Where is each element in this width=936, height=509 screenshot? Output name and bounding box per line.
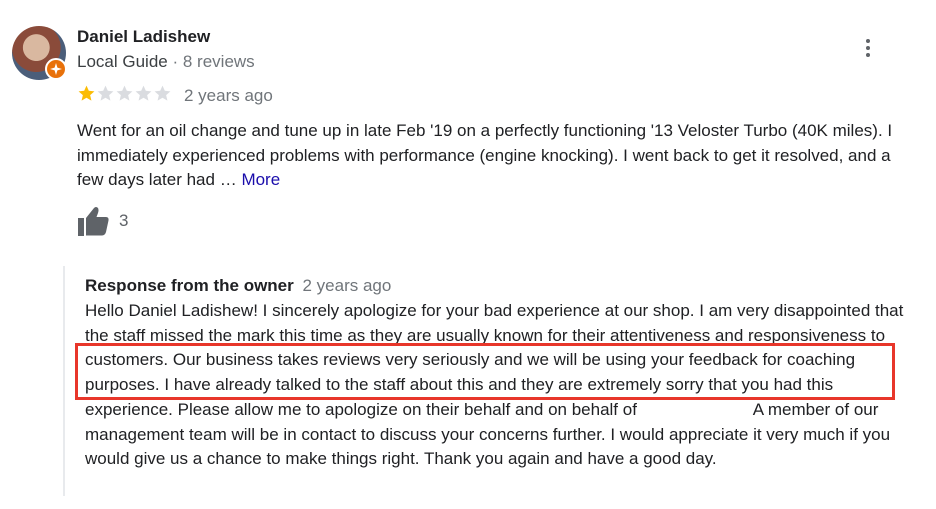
thumb-up-icon bbox=[78, 207, 109, 236]
star-empty-icon bbox=[116, 85, 133, 101]
star-empty-icon bbox=[135, 85, 152, 101]
owner-response-label: Response from the owner bbox=[85, 276, 294, 295]
meta-separator: · bbox=[172, 52, 179, 71]
review-text: Went for an oil change and tune up in la… bbox=[77, 119, 917, 193]
reviewer-name[interactable]: Daniel Ladishew bbox=[77, 27, 210, 47]
star-filled-icon bbox=[78, 85, 95, 101]
owner-response-date: 2 years ago bbox=[302, 276, 392, 295]
review-date: 2 years ago bbox=[184, 86, 273, 105]
more-link[interactable]: More bbox=[241, 170, 280, 189]
owner-response-heading: Response from the owner 2 years ago bbox=[85, 276, 391, 296]
like-count: 3 bbox=[119, 211, 129, 230]
reviewer-meta: Local Guide · 8 reviews bbox=[77, 52, 255, 72]
star-rating bbox=[77, 84, 172, 103]
owner-response-text: Hello Daniel Ladishew! I sincerely apolo… bbox=[85, 299, 921, 472]
owner-response-divider bbox=[63, 266, 65, 496]
local-guide-badge-icon bbox=[45, 58, 67, 80]
reviewer-review-count[interactable]: 8 reviews bbox=[183, 52, 255, 71]
star-empty-icon bbox=[154, 85, 171, 101]
reviewer-role: Local Guide bbox=[77, 52, 168, 71]
review-text-content: Went for an oil change and tune up in la… bbox=[77, 121, 893, 189]
more-vert-icon[interactable] bbox=[856, 36, 880, 60]
star-empty-icon bbox=[97, 85, 114, 101]
like-button[interactable]: 3 bbox=[77, 206, 128, 236]
